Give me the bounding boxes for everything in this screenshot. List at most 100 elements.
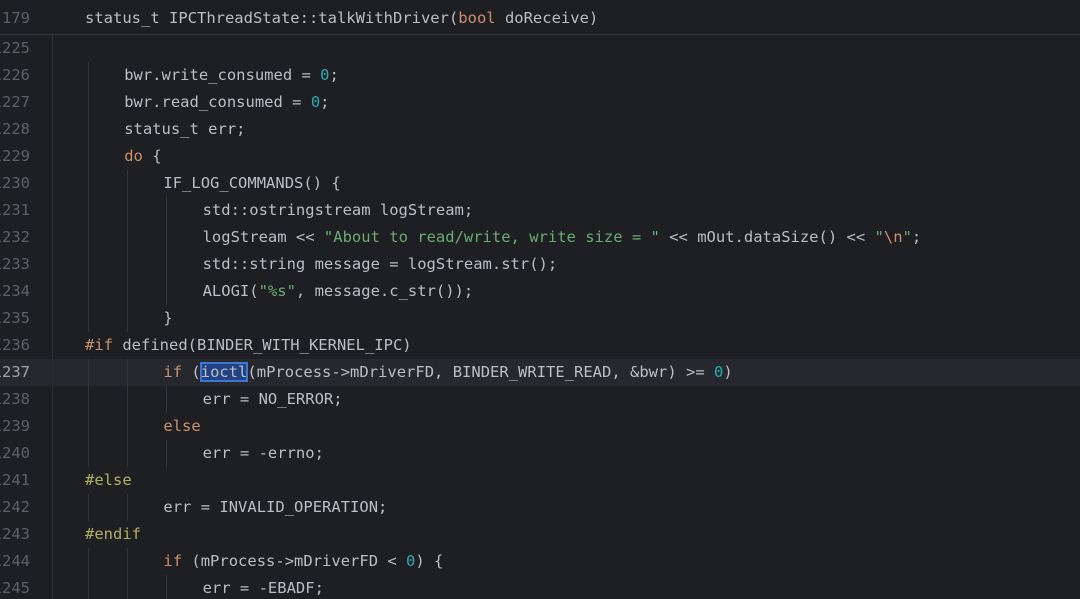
indent-guide xyxy=(127,359,129,386)
code-token: err = NO_ERROR; xyxy=(202,390,343,408)
code-text[interactable]: else xyxy=(163,413,1080,440)
indent-guide xyxy=(88,575,89,599)
code-token: } xyxy=(163,309,173,327)
code-text[interactable]: err = -EBADF; xyxy=(203,575,1080,599)
indent-guide xyxy=(88,89,89,116)
code-line[interactable]: 1232 logStream << "About to read/write, w… xyxy=(0,224,1080,251)
code-token: bool xyxy=(458,9,496,27)
indent-guide xyxy=(127,197,129,224)
code-line[interactable]: 1239 else xyxy=(0,413,1080,440)
code-line[interactable]: 1225 xyxy=(0,35,1080,62)
indent-guide xyxy=(127,440,129,467)
code-token: ) { xyxy=(415,552,444,570)
line-number: 1241 xyxy=(0,471,30,489)
code-text[interactable]: err = INVALID_OPERATION; xyxy=(163,494,1080,521)
indent-guide xyxy=(166,197,168,224)
sticky-code-text[interactable]: status_t IPCThreadState::talkWithDriver(… xyxy=(85,0,1080,36)
selected-token: ioctl xyxy=(199,362,249,382)
line-number: 1231 xyxy=(0,201,30,219)
code-text[interactable]: err = NO_ERROR; xyxy=(203,386,1080,413)
indent-guide xyxy=(88,548,89,575)
code-text[interactable]: if (mProcess->mDriverFD < 0) { xyxy=(163,548,1080,575)
line-number: 1235 xyxy=(0,309,30,327)
code-line[interactable]: 1238 err = NO_ERROR; xyxy=(0,386,1080,413)
indent-guide xyxy=(127,251,129,278)
sticky-function-header[interactable]: 179 status_t IPCThreadState::talkWithDri… xyxy=(0,0,1080,35)
indent-guide xyxy=(127,278,129,305)
code-lines[interactable]: 1225 1226 bwr.write_consumed = 0; 1227 bwr.r… xyxy=(0,35,1080,599)
code-token: , message.c_str()); xyxy=(295,282,474,300)
code-editor[interactable]: 179 status_t IPCThreadState::talkWithDri… xyxy=(0,0,1080,599)
code-text[interactable]: #if defined(BINDER_WITH_KERNEL_IPC) xyxy=(85,332,1080,359)
code-token: #if xyxy=(85,336,113,354)
code-text[interactable]: std::string message = logStream.str(); xyxy=(203,251,1080,278)
indent-guide xyxy=(88,278,89,305)
indent-guide xyxy=(166,440,168,467)
line-number: 1233 xyxy=(0,255,30,273)
code-token: do xyxy=(124,147,143,165)
indent-guide xyxy=(88,413,89,440)
code-text[interactable]: IF_LOG_COMMANDS() { xyxy=(163,170,1080,197)
code-line[interactable]: 1244 if (mProcess->mDriverFD < 0) { xyxy=(0,548,1080,575)
code-token: ; xyxy=(329,66,339,84)
code-line[interactable]: 1242 err = INVALID_OPERATION; xyxy=(0,494,1080,521)
code-text[interactable]: if (ioctl(mProcess->mDriverFD, BINDER_WR… xyxy=(163,359,1080,386)
code-token: \n xyxy=(883,228,903,246)
code-text[interactable]: } xyxy=(163,305,1080,332)
code-line[interactable]: 1243 #endif xyxy=(0,521,1080,548)
indent-guide xyxy=(88,116,89,143)
code-token: else xyxy=(163,417,201,435)
code-text[interactable]: do { xyxy=(124,143,1080,170)
line-number: 1240 xyxy=(0,444,30,462)
line-number: 1230 xyxy=(0,174,30,192)
code-token: "%s" xyxy=(258,282,296,300)
code-token: logStream << xyxy=(202,228,324,246)
code-token: ALOGI( xyxy=(202,282,259,300)
code-line[interactable]: 1227 bwr.read_consumed = 0; xyxy=(0,89,1080,116)
code-line[interactable]: 1231 std::ostringstream logStream; xyxy=(0,197,1080,224)
code-text[interactable]: #else xyxy=(85,467,1080,494)
indent-guide xyxy=(166,251,168,278)
code-line[interactable]: 1230 IF_LOG_COMMANDS() { xyxy=(0,170,1080,197)
indent-guide xyxy=(88,305,89,332)
code-text[interactable]: bwr.read_consumed = 0; xyxy=(124,89,1080,116)
indent-guide xyxy=(166,386,168,413)
code-line[interactable]: 1229 do { xyxy=(0,143,1080,170)
code-token: ; xyxy=(911,228,922,246)
code-line[interactable]: 1233 std::string message = logStream.str(… xyxy=(0,251,1080,278)
code-text[interactable]: err = -errno; xyxy=(203,440,1080,467)
code-text[interactable]: ALOGI("%s", message.c_str()); xyxy=(203,278,1080,305)
code-token: << mOut.dataSize() << xyxy=(659,228,875,246)
code-line[interactable]: 1236 #if defined(BINDER_WITH_KERNEL_IPC) xyxy=(0,332,1080,359)
line-number: 1237 xyxy=(0,363,30,381)
code-text[interactable]: status_t err; xyxy=(124,116,1080,143)
code-line-current[interactable]: 1237 if (ioctl(mProcess->mDriverFD, BINDE… xyxy=(0,359,1080,386)
line-number: 1244 xyxy=(0,552,30,570)
code-token: 0 xyxy=(310,93,321,111)
code-line[interactable]: 1228 status_t err; xyxy=(0,116,1080,143)
code-line[interactable]: 1234 ALOGI("%s", message.c_str()); xyxy=(0,278,1080,305)
indent-guide xyxy=(88,440,89,467)
code-token: std::ostringstream logStream; xyxy=(202,201,474,219)
code-line[interactable]: 1235} xyxy=(0,305,1080,332)
indent-guide xyxy=(166,224,168,251)
code-token: ; xyxy=(320,93,330,111)
code-text[interactable]: bwr.write_consumed = 0; xyxy=(124,62,1080,89)
code-line[interactable]: 1226 bwr.write_consumed = 0; xyxy=(0,62,1080,89)
code-token: IF_LOG_COMMANDS() { xyxy=(163,174,341,192)
line-number: 1234 xyxy=(0,282,30,300)
code-text[interactable]: std::ostringstream logStream; xyxy=(203,197,1080,224)
code-line[interactable]: 1245 err = -EBADF; xyxy=(0,575,1080,599)
indent-guide xyxy=(88,494,89,521)
indent-guide xyxy=(166,575,168,599)
line-number: 1238 xyxy=(0,390,30,408)
code-line[interactable]: 1241 #else xyxy=(0,467,1080,494)
line-number: 1236 xyxy=(0,336,30,354)
line-number: 1242 xyxy=(0,498,30,516)
line-number: 1229 xyxy=(0,147,30,165)
code-line[interactable]: 1240 err = -errno; xyxy=(0,440,1080,467)
code-token: err = -errno; xyxy=(202,444,324,462)
code-token: status_t IPCThreadState::talkWithDriver( xyxy=(85,9,459,27)
code-text[interactable]: #endif xyxy=(85,521,1080,548)
code-text[interactable]: logStream << "About to read/write, write… xyxy=(203,224,1080,251)
